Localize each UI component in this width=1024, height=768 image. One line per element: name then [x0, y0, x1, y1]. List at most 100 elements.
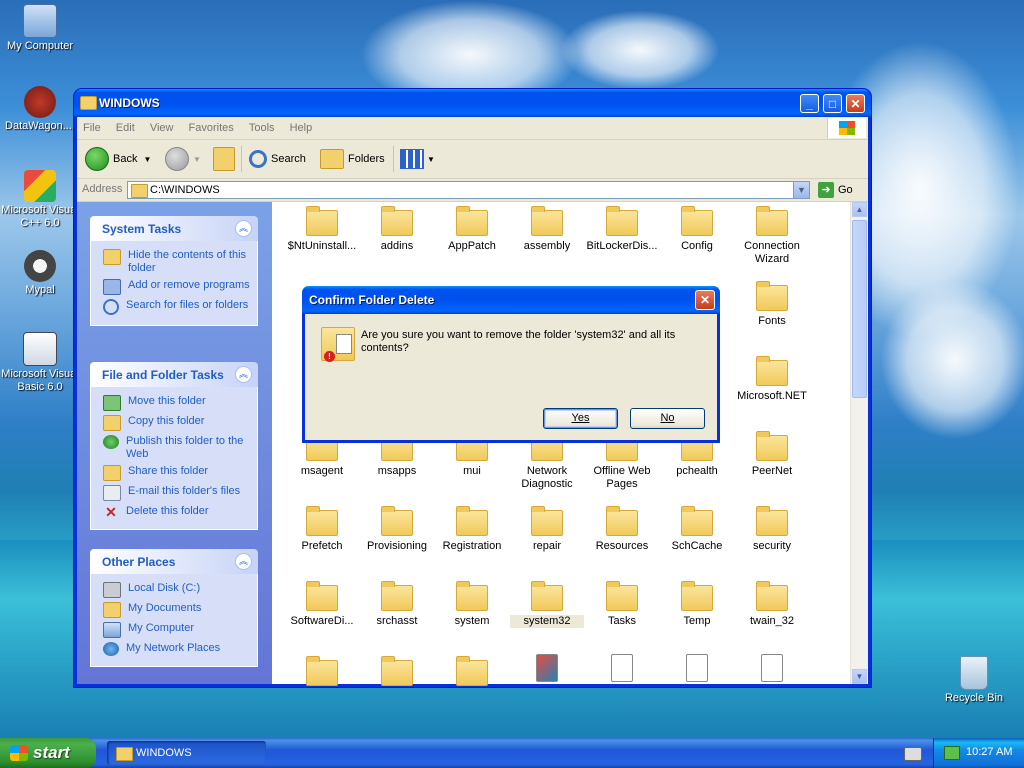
collapse-chevron-icon[interactable]: ︽ [235, 220, 252, 237]
folder-item[interactable]: repair [510, 506, 584, 553]
folder-item[interactable]: Microsoft.NET [735, 356, 809, 403]
folder-item[interactable]: AppPatch [435, 206, 509, 253]
system-tasks-header[interactable]: System Tasks ︽ [90, 216, 258, 241]
menu-file[interactable]: File [77, 117, 107, 139]
scroll-down-icon[interactable]: ▼ [852, 669, 867, 684]
menu-edit[interactable]: Edit [110, 117, 141, 139]
views-button[interactable]: ▼ [400, 146, 435, 172]
desktop-icon-my-computer[interactable]: My Computer [0, 4, 80, 53]
folder-item[interactable] [360, 656, 434, 690]
folder-item[interactable]: Temp [660, 581, 734, 628]
folder-item[interactable]: addins [360, 206, 434, 253]
panel-body: Local Disk (C:) My Documents My Computer… [90, 574, 258, 667]
folder-item[interactable] [285, 656, 359, 690]
close-button[interactable]: ✕ [846, 94, 865, 113]
task-copy-folder[interactable]: Copy this folder [103, 415, 251, 431]
menu-help[interactable]: Help [284, 117, 319, 139]
folder-item[interactable] [435, 656, 509, 690]
menu-favorites[interactable]: Favorites [183, 117, 240, 139]
forward-dropdown-icon[interactable]: ▼ [193, 155, 201, 164]
folder-item[interactable]: Offline Web Pages [585, 431, 659, 491]
back-dropdown-icon[interactable]: ▼ [143, 155, 151, 164]
folder-item[interactable]: Resources [585, 506, 659, 553]
yes-button[interactable]: Yes [543, 408, 618, 429]
back-button[interactable]: Back ▼ [85, 146, 151, 172]
search-button[interactable]: Search [249, 146, 306, 172]
folder-item[interactable]: Registration [435, 506, 509, 553]
collapse-chevron-icon[interactable]: ︽ [235, 366, 252, 383]
minimize-button[interactable]: _ [800, 94, 819, 113]
folder-label: Prefetch [301, 540, 343, 552]
file-list-scrollbar[interactable]: ▲ ▼ [850, 202, 868, 684]
folder-item[interactable]: Fonts [735, 281, 809, 328]
task-publish-web[interactable]: Publish this folder to the Web [103, 435, 251, 461]
dialog-close-button[interactable]: ✕ [695, 290, 715, 310]
folder-item[interactable]: Provisioning [360, 506, 434, 553]
folder-item[interactable]: PeerNet [735, 431, 809, 478]
desktop-icon-visual-cpp[interactable]: Microsoft Visual C++ 6.0 [0, 170, 80, 230]
folder-item[interactable]: SchCache [660, 506, 734, 553]
menu-tools[interactable]: Tools [243, 117, 281, 139]
desktop-icon-mypal[interactable]: Mypal [0, 250, 80, 297]
dialog-titlebar[interactable]: Confirm Folder Delete ✕ [302, 286, 720, 314]
folder-icon [756, 356, 788, 386]
folder-label: Microsoft.NET [737, 390, 807, 402]
folders-button[interactable]: Folders [320, 146, 385, 172]
address-dropdown-icon[interactable]: ▼ [793, 182, 809, 198]
other-places-header[interactable]: Other Places ︽ [90, 549, 258, 574]
folder-item[interactable]: SoftwareDi... [285, 581, 359, 628]
folder-icon [456, 656, 488, 686]
folder-item[interactable]: Prefetch [285, 506, 359, 553]
file-item[interactable] [510, 654, 584, 686]
task-move-folder[interactable]: Move this folder [103, 395, 251, 411]
task-hide-contents[interactable]: Hide the contents of this folder [103, 249, 251, 275]
folder-item[interactable]: $NtUninstall... [285, 206, 359, 253]
folder-item[interactable]: BitLockerDis... [585, 206, 659, 253]
folder-item[interactable]: Config [660, 206, 734, 253]
folder-item[interactable]: srchasst [360, 581, 434, 628]
folder-item[interactable]: security [735, 506, 809, 553]
folder-item[interactable]: Tasks [585, 581, 659, 628]
window-titlebar[interactable]: WINDOWS _ □ ✕ [74, 89, 871, 117]
file-item[interactable] [735, 654, 809, 686]
menu-view[interactable]: View [144, 117, 180, 139]
no-button[interactable]: No [630, 408, 705, 429]
task-email-files[interactable]: E-mail this folder's files [103, 485, 251, 501]
scrollbar-thumb[interactable] [852, 220, 867, 398]
folder-label: PeerNet [751, 465, 793, 477]
task-search-files[interactable]: Search for files or folders [103, 299, 251, 315]
maximize-button[interactable]: □ [823, 94, 842, 113]
place-network[interactable]: My Network Places [103, 642, 251, 656]
address-input[interactable]: C:\WINDOWS ▼ [127, 181, 810, 199]
folder-item[interactable]: Connection Wizard [735, 206, 809, 266]
go-button[interactable]: ➜ Go [818, 181, 853, 199]
desktop-icon-recycle-bin[interactable]: Recycle Bin [934, 656, 1014, 705]
task-add-remove-programs[interactable]: Add or remove programs [103, 279, 251, 295]
folder-item-selected[interactable]: system32 [510, 581, 584, 628]
desktop-icon-datawagon[interactable]: DataWagon.... [0, 86, 80, 133]
folder-item[interactable]: system [435, 581, 509, 628]
folder-item[interactable]: twain_32 [735, 581, 809, 628]
forward-button[interactable]: ▼ [165, 146, 201, 172]
desktop-icon-visual-basic[interactable]: Microsoft Visual Basic 6.0 [0, 332, 80, 394]
place-local-disk[interactable]: Local Disk (C:) [103, 582, 251, 598]
taskbar-window-button[interactable]: WINDOWS [107, 741, 266, 765]
file-item[interactable] [585, 654, 659, 686]
place-my-documents[interactable]: My Documents [103, 602, 251, 618]
collapse-chevron-icon[interactable]: ︽ [235, 553, 252, 570]
clock[interactable]: 10:27 AM [966, 746, 1012, 758]
folder-item[interactable]: Network Diagnostic [510, 431, 584, 491]
keyboard-icon[interactable] [904, 747, 922, 761]
file-item[interactable] [660, 654, 734, 686]
task-delete-folder[interactable]: ✕ Delete this folder [103, 505, 251, 519]
scroll-up-icon[interactable]: ▲ [852, 202, 867, 217]
go-label: Go [838, 184, 853, 196]
start-button[interactable]: start [0, 738, 96, 768]
network-tray-icon[interactable] [944, 746, 960, 760]
up-folder-button[interactable] [213, 146, 239, 172]
folder-item[interactable]: assembly [510, 206, 584, 253]
place-my-computer[interactable]: My Computer [103, 622, 251, 638]
task-share-folder[interactable]: Share this folder [103, 465, 251, 481]
panel-body: Hide the contents of this folder Add or … [90, 241, 258, 326]
file-folder-tasks-header[interactable]: File and Folder Tasks ︽ [90, 362, 258, 387]
